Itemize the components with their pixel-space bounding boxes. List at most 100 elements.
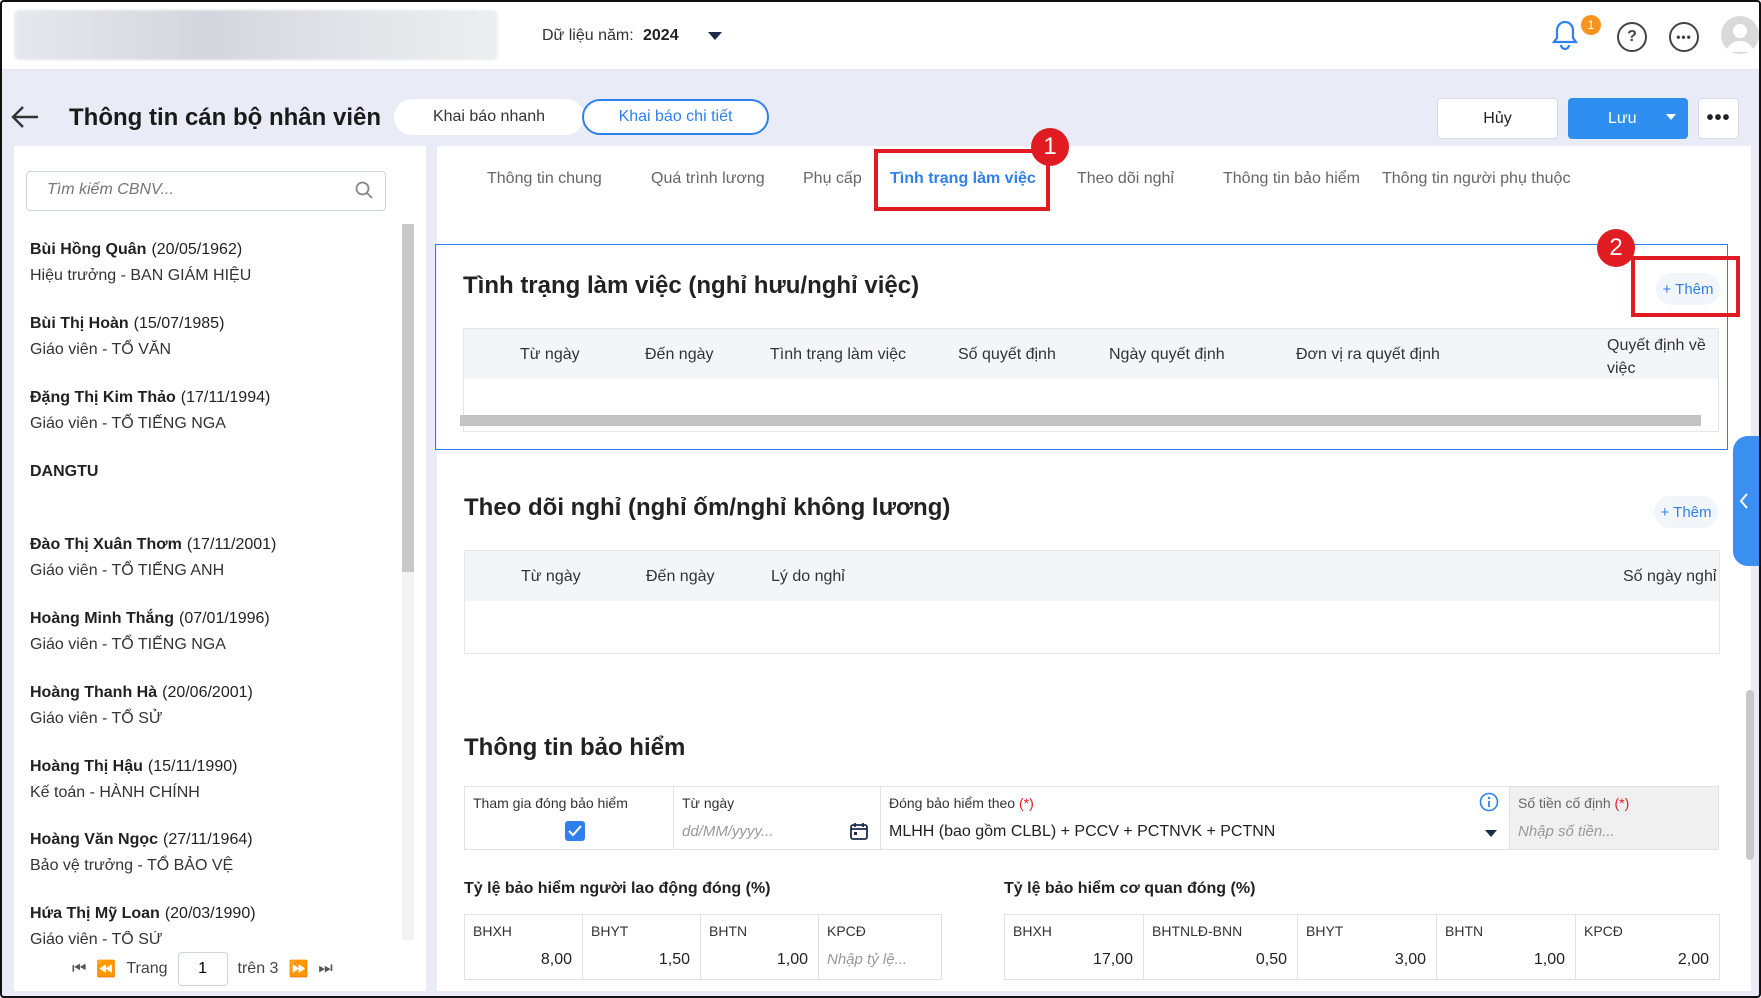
rate-cell[interactable]: BHTN 1,00	[1437, 915, 1576, 979]
work-status-table-scrollbar[interactable]	[460, 415, 1701, 426]
employee-role: Giáo viên - TỔ TIẾNG NGA	[30, 415, 226, 432]
calendar-icon[interactable]	[849, 821, 869, 845]
info-icon[interactable]	[1479, 792, 1499, 816]
year-value[interactable]: 2024	[643, 27, 679, 45]
employee-list-item[interactable]: Bùi Hồng Quân (20/05/1962) Hiệu trưởng - B…	[30, 241, 390, 285]
column-header: Quyết định về việc	[1607, 337, 1706, 377]
back-arrow-icon[interactable]	[10, 103, 40, 137]
add-work-status-button[interactable]: + Thêm	[1656, 273, 1720, 305]
quick-declare-tab[interactable]: Khai báo nhanh	[394, 99, 584, 135]
rate-cell[interactable]: KPCĐ Nhập tỷ lệ...	[819, 915, 941, 979]
rate-value: 8,00	[540, 951, 572, 968]
rate-label: BHYT	[591, 923, 629, 939]
notification-bell-icon[interactable]	[1548, 18, 1582, 52]
column-header: Đến ngày	[645, 346, 714, 363]
tab-salary-history[interactable]: Quá trình lương	[651, 170, 765, 188]
detail-declare-tab[interactable]: Khai báo chi tiết	[582, 99, 769, 135]
rate-cell[interactable]: BHXH 17,00	[1005, 915, 1144, 979]
rate-cell[interactable]: BHYT 3,00	[1298, 915, 1437, 979]
employee-name-line: Hứa Thị Mỹ Loan (20/03/1990)	[30, 905, 390, 923]
employee-name-line: DANGTU	[30, 463, 390, 481]
year-dropdown-caret-icon[interactable]	[708, 32, 722, 40]
employee-search-box[interactable]	[26, 171, 386, 211]
employee-name: Hoàng Minh Thắng	[30, 610, 174, 627]
prev-page-icon[interactable]: ⏪	[96, 959, 116, 979]
employee-role: Hiệu trưởng - BAN GIÁM HIỆU	[30, 267, 252, 284]
page-number-input[interactable]	[177, 952, 228, 986]
fixed-amount-field: Số tiền cố định (*) Nhập số tiền...	[1509, 786, 1719, 850]
user-avatar[interactable]	[1721, 16, 1759, 54]
employee-list-item[interactable]: Đặng Thị Kim Thảo (17/11/1994) Giáo viên -…	[30, 389, 390, 433]
insurance-basis-caret-icon[interactable]	[1485, 830, 1497, 837]
rate-value: 17,00	[1092, 951, 1133, 968]
page-title: Thông tin cán bộ nhân viên	[69, 104, 381, 131]
column-header: Tình trạng làm việc	[770, 346, 907, 363]
next-page-icon[interactable]: ⏩	[288, 959, 308, 979]
employee-list-item[interactable]: DANGTU	[30, 463, 390, 481]
participate-checkbox[interactable]	[565, 821, 585, 841]
tab-work-status[interactable]: Tình trạng làm việc	[890, 170, 1036, 188]
tab-insurance-info[interactable]: Thông tin bảo hiểm	[1223, 170, 1360, 188]
more-options-icon[interactable]: •••	[1669, 22, 1699, 52]
rate-label: BHTN	[1445, 923, 1484, 939]
employee-dob: (20/03/1990)	[164, 905, 256, 922]
insurance-title: Thông tin bảo hiểm	[464, 734, 686, 761]
employee-name: Bùi Thị Hoàn	[30, 315, 129, 332]
notification-count-badge: 1	[1581, 15, 1601, 35]
employee-search-input[interactable]	[47, 172, 347, 208]
rate-cell[interactable]: BHXH 8,00	[465, 915, 583, 979]
tab-general-info[interactable]: Thông tin chung	[487, 170, 602, 188]
employee-list-item[interactable]: Hoàng Thanh Hà (20/06/2001) Giáo viên - TỔ…	[30, 684, 390, 728]
more-actions-button[interactable]: •••	[1698, 98, 1739, 139]
tab-dependents[interactable]: Thông tin người phụ thuộc	[1382, 170, 1570, 188]
rate-value: 2,00	[1677, 951, 1709, 968]
rate-label: BHXH	[1013, 923, 1052, 939]
last-page-icon[interactable]: ⏭	[318, 960, 332, 978]
rate-label: BHXH	[473, 923, 512, 939]
tab-leave-tracking[interactable]: Theo dõi nghỉ	[1077, 170, 1174, 188]
help-icon[interactable]: ?	[1617, 22, 1647, 52]
column-header: Số quyết định	[958, 346, 1056, 363]
employee-name: Đặng Thị Kim Thảo	[30, 389, 176, 406]
employee-name-line: Bùi Thị Hoàn (15/07/1985)	[30, 315, 390, 333]
employee-list-item[interactable]: Hứa Thị Mỹ Loan (20/03/1990) Giáo viên - T…	[30, 905, 390, 945]
column-header: Đến ngày	[646, 568, 715, 585]
save-button[interactable]: Lưu	[1568, 98, 1688, 139]
employee-name-line: Đào Thị Xuân Thơm (17/11/2001)	[30, 536, 390, 554]
fixed-amount-input[interactable]: Nhập số tiền...	[1518, 823, 1615, 840]
from-date-input[interactable]: dd/MM/yyyy...	[682, 823, 773, 840]
employee-name: DANGTU	[30, 463, 99, 480]
rate-input[interactable]: Nhập tỷ lệ...	[827, 951, 907, 968]
from-date-label: Từ ngày	[682, 795, 735, 811]
employee-list-item[interactable]: Hoàng Minh Thắng (07/01/1996) Giáo viên - …	[30, 610, 390, 654]
save-dropdown-caret-icon[interactable]	[1666, 114, 1676, 120]
rate-cell[interactable]: KPCĐ 2,00	[1576, 915, 1719, 979]
insurance-basis-field[interactable]: Đóng bảo hiểm theo (*) MLHH (bao gồm CLB…	[880, 786, 1510, 850]
add-leave-button[interactable]: + Thêm	[1654, 496, 1718, 528]
rate-label: BHTN	[709, 923, 748, 939]
side-collapse-tab[interactable]	[1733, 436, 1759, 566]
rate-cell[interactable]: BHTN 1,00	[701, 915, 819, 979]
pager: ⏮ ⏪ Trang trên 3 ⏩ ⏭	[72, 952, 333, 986]
employee-list-scroll-thumb[interactable]	[402, 224, 414, 572]
rate-value: 0,50	[1255, 951, 1287, 968]
column-header: Đơn vị ra quyết định	[1296, 346, 1440, 363]
rate-cell[interactable]: BHYT 1,50	[583, 915, 701, 979]
employee-name-line: Bùi Hồng Quân (20/05/1962)	[30, 241, 390, 259]
employee-dob: (27/11/1964)	[163, 831, 253, 848]
leave-table-header: Từ ngày Đến ngày Lý do nghỉ Số ngày nghỉ	[465, 551, 1719, 601]
work-status-title: Tình trạng làm việc (nghỉ hưu/nghỉ việc)	[463, 272, 920, 299]
employee-list-item[interactable]: Bùi Thị Hoàn (15/07/1985) Giáo viên - TỔ V…	[30, 315, 390, 359]
employee-list-item[interactable]: Hoàng Thị Hậu (15/11/1990) Kế toán - HÀNH …	[30, 758, 390, 802]
employee-list-item[interactable]: Đào Thị Xuân Thơm (17/11/2001) Giáo viên -…	[30, 536, 390, 580]
rate-cell[interactable]: BHTNLĐ-BNN 0,50	[1144, 915, 1298, 979]
fixed-amount-label-text: Số tiền cố định	[1518, 795, 1611, 811]
tab-allowance[interactable]: Phụ cấp	[803, 170, 862, 188]
app-window: Dữ liệu năm: 2024 1 ? ••• Thông tin cán …	[0, 0, 1761, 998]
first-page-icon[interactable]: ⏮	[72, 960, 86, 978]
detail-panel-scrollbar[interactable]	[1746, 690, 1754, 860]
cancel-button[interactable]: Hủy	[1437, 98, 1558, 139]
employee-list-item[interactable]: Hoàng Văn Ngọc (27/11/1964) Bảo vệ trưởng …	[30, 831, 390, 875]
search-icon[interactable]	[355, 181, 373, 199]
employee-dob: (20/06/2001)	[162, 684, 253, 701]
